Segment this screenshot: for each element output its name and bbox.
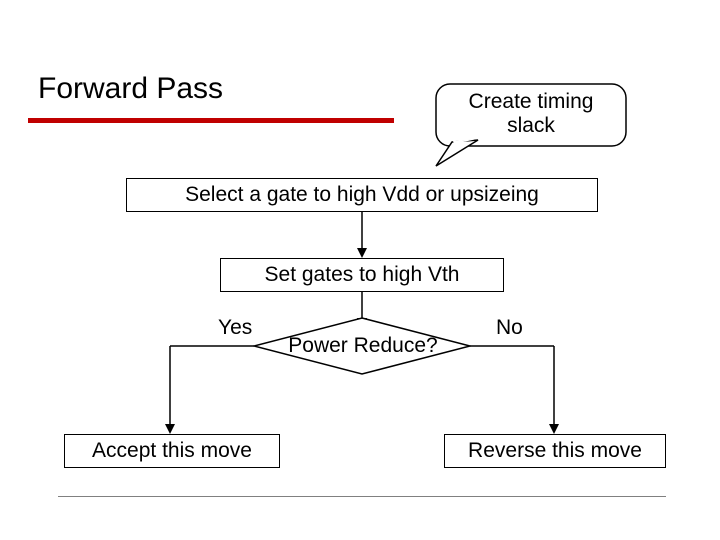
branch-yes-label: Yes [218,316,252,340]
box-reverse: Reverse this move [444,434,666,468]
bottom-divider [58,496,666,497]
title-underline [28,118,394,123]
branch-no-label: No [496,316,523,340]
box-select-gate: Select a gate to high Vdd or upsizeing [126,178,598,212]
callout-text: Create timing slack [436,90,626,138]
slide-title: Forward Pass [38,72,223,106]
decision-text: Power Reduce? [278,334,448,358]
box-set-gates-text: Set gates to high Vth [265,263,460,287]
box-select-gate-text: Select a gate to high Vdd or upsizeing [185,183,539,207]
box-accept: Accept this move [64,434,280,468]
box-accept-text: Accept this move [92,439,252,463]
callout-line2: slack [436,114,626,138]
callout-line1: Create timing [436,90,626,114]
slide-canvas: Forward Pass Create timing slack [0,0,720,540]
box-reverse-text: Reverse this move [468,439,642,463]
box-set-gates: Set gates to high Vth [220,258,504,292]
